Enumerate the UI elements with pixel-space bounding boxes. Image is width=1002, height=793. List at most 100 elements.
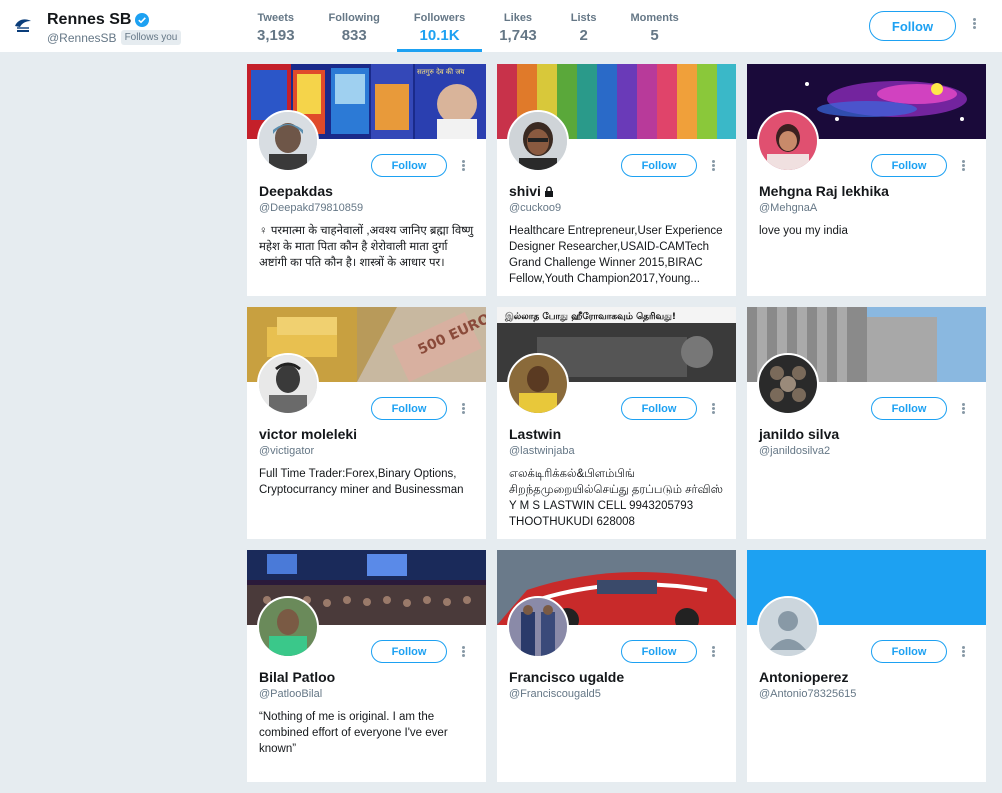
stat-followers[interactable]: Followers 10.1K [396, 0, 483, 52]
stat-value: 5 [650, 27, 659, 44]
follow-button[interactable]: Follow [371, 154, 447, 177]
avatar[interactable] [757, 110, 819, 172]
more-options-icon[interactable] [959, 403, 967, 415]
follow-profile-button[interactable]: Follow [869, 11, 956, 41]
card-handle[interactable]: @PatlooBilal [259, 688, 322, 700]
card-handle[interactable]: @cuckoo9 [509, 202, 561, 214]
profile-nav-bar: Rennes SB @RennesSB Follows you Tweets 3… [0, 0, 1002, 53]
follow-button[interactable]: Follow [371, 397, 447, 420]
follower-card[interactable]: सतगुरु देव की जय Follow Deepakdas @Deepa… [247, 64, 486, 296]
profile-handle[interactable]: @RennesSB [47, 31, 117, 45]
card-handle[interactable]: @janildosilva2 [759, 445, 830, 457]
card-name[interactable]: Antonioperez [759, 669, 848, 685]
card-handle[interactable]: @victigator [259, 445, 314, 457]
card-name[interactable]: Bilal Patloo [259, 669, 335, 685]
stat-value: 2 [579, 27, 588, 44]
avatar[interactable] [257, 110, 319, 172]
card-name[interactable]: Deepakdas [259, 183, 333, 199]
card-name-text[interactable]: Deepakdas [259, 183, 333, 199]
stat-label: Following [328, 12, 380, 24]
card-bio: Healthcare Entrepreneur,User Experience … [509, 225, 723, 285]
follow-button[interactable]: Follow [621, 397, 697, 420]
more-options-icon[interactable] [959, 646, 967, 658]
stat-value: 1,743 [499, 27, 537, 44]
card-name-text[interactable]: Mehgna Raj lekhika [759, 183, 889, 199]
card-handle[interactable]: @lastwinjaba [509, 445, 575, 457]
stat-label: Tweets [257, 12, 295, 24]
stat-label: Likes [503, 12, 533, 24]
follower-card[interactable]: 500 EURO Follow victor moleleki @victiga… [247, 307, 486, 539]
more-options-icon[interactable] [459, 403, 467, 415]
stat-moments[interactable]: Moments 5 [613, 0, 695, 52]
avatar[interactable] [507, 596, 569, 658]
verified-badge-icon [135, 13, 150, 27]
stat-following[interactable]: Following 833 [312, 0, 397, 52]
follower-card[interactable]: Follow Bilal Patloo @PatlooBilal “Nothin… [247, 550, 486, 782]
more-options-icon[interactable] [959, 160, 967, 172]
card-name-text[interactable]: Francisco ugalde [509, 669, 624, 685]
follower-card[interactable]: Follow Francisco ugalde @Franciscougald5 [497, 550, 736, 782]
card-name-text[interactable]: janildo silva [759, 426, 839, 442]
follower-card[interactable]: Follow janildo silva @janildosilva2 [747, 307, 986, 539]
card-name[interactable]: victor moleleki [259, 426, 357, 442]
card-handle[interactable]: @Antonio78325615 [759, 688, 856, 700]
stat-label: Lists [570, 12, 597, 24]
card-handle[interactable]: @Franciscougald5 [509, 688, 601, 700]
card-handle[interactable]: @MehgnaA [759, 202, 817, 214]
more-options-icon[interactable] [459, 646, 467, 658]
stat-value: 3,193 [257, 27, 295, 44]
card-name[interactable]: janildo silva [759, 426, 839, 442]
more-options-icon[interactable] [459, 160, 467, 172]
more-options-icon[interactable] [709, 646, 717, 658]
follows-you-badge: Follows you [120, 30, 182, 45]
banner-text: सतगुरु देव की जय [417, 67, 466, 76]
banner-text: இல்லாத போது ஹீரோவாகவும் தெரிவது! [504, 311, 676, 322]
stat-label: Moments [630, 12, 679, 24]
avatar[interactable] [507, 110, 569, 172]
follower-card[interactable]: Follow Mehgna Raj lekhika @MehgnaA love … [747, 64, 986, 296]
card-name[interactable]: shivi [509, 183, 554, 199]
card-name-text[interactable]: Antonioperez [759, 669, 848, 685]
card-name[interactable]: Lastwin [509, 426, 561, 442]
follow-button[interactable]: Follow [871, 154, 947, 177]
follow-button[interactable]: Follow [621, 154, 697, 177]
default-avatar[interactable] [757, 596, 819, 658]
lock-icon [544, 185, 553, 197]
follower-card[interactable]: Follow shivi @cuckoo9 Healthcare Entrepr… [497, 64, 736, 296]
profile-stats-nav: Tweets 3,193 Following 833 Followers 10.… [240, 0, 696, 52]
rennes-logo[interactable] [12, 14, 34, 36]
follower-card[interactable]: Follow Antonioperez @Antonio78325615 [747, 550, 986, 782]
more-options-icon[interactable] [968, 18, 980, 36]
follow-button[interactable]: Follow [621, 640, 697, 663]
stat-likes[interactable]: Likes 1,743 [482, 0, 554, 52]
stat-value: 833 [341, 27, 367, 44]
card-name-text[interactable]: Bilal Patloo [259, 669, 335, 685]
avatar[interactable] [257, 596, 319, 658]
avatar[interactable] [257, 353, 319, 415]
card-bio: ♀ परमात्मा के चाहनेवालों ,अवश्य जानिए ब्… [259, 225, 474, 269]
card-handle[interactable]: @Deepakd79810859 [259, 202, 363, 214]
card-name[interactable]: Francisco ugalde [509, 669, 624, 685]
stat-value: 10.1K [419, 27, 460, 44]
card-bio: love you my india [759, 225, 848, 237]
stat-lists[interactable]: Lists 2 [554, 0, 614, 52]
profile-handle-row: @RennesSB Follows you [47, 30, 182, 45]
follow-button[interactable]: Follow [871, 397, 947, 420]
card-name-text[interactable]: victor moleleki [259, 426, 357, 442]
card-name-text[interactable]: shivi [509, 183, 541, 199]
card-name-text[interactable]: Lastwin [509, 426, 561, 442]
card-bio: “Nothing of me is original. I am the com… [259, 711, 448, 755]
follower-card[interactable]: இல்லாத போது ஹீரோவாகவும் தெரிவது! Follow … [497, 307, 736, 539]
stat-tweets[interactable]: Tweets 3,193 [240, 0, 312, 52]
card-bio: எலக்டிரிக்கல்&பிளம்பிங் சிறந்தமுறையில்செ… [509, 468, 723, 528]
follow-button[interactable]: Follow [371, 640, 447, 663]
avatar[interactable] [757, 353, 819, 415]
more-options-icon[interactable] [709, 160, 717, 172]
profile-name[interactable]: Rennes SB [47, 11, 150, 29]
card-name[interactable]: Mehgna Raj lekhika [759, 183, 889, 199]
profile-name-text[interactable]: Rennes SB [47, 11, 131, 29]
avatar[interactable] [507, 353, 569, 415]
card-bio: Full Time Trader:Forex,Binary Options, C… [259, 468, 464, 496]
more-options-icon[interactable] [709, 403, 717, 415]
follow-button[interactable]: Follow [871, 640, 947, 663]
